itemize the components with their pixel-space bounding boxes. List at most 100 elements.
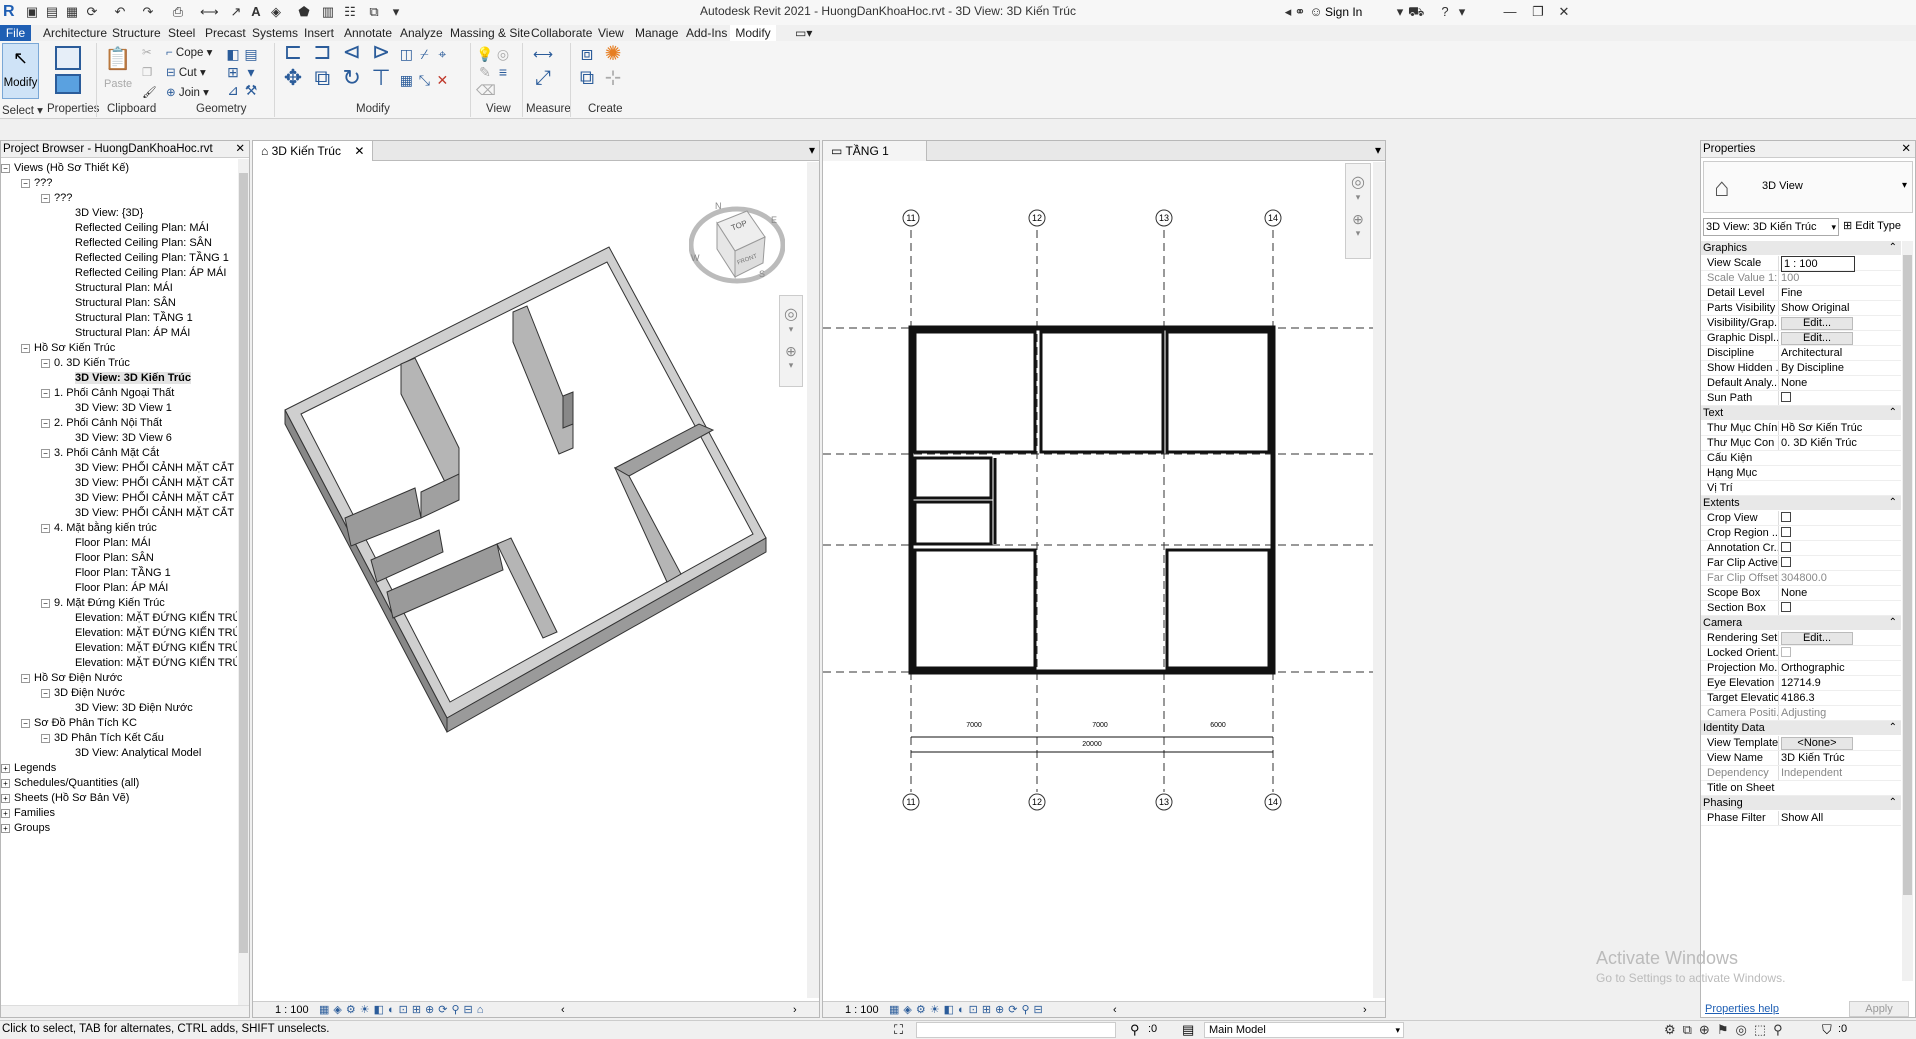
browser-tree-item[interactable]: Structural Plan: MÁI bbox=[75, 281, 173, 296]
property-value[interactable] bbox=[1778, 646, 1898, 660]
property-row[interactable]: Annotation Cr... bbox=[1701, 541, 1901, 556]
section-collapse-icon[interactable]: ⌃ bbox=[1889, 796, 1897, 810]
status-tool-icons[interactable]: ⚙⧉⊕⚑◎⬚⚲ bbox=[1664, 1022, 1790, 1038]
section-collapse-icon[interactable]: ⌃ bbox=[1889, 241, 1897, 255]
thin-lines-icon[interactable]: ▥ bbox=[320, 4, 336, 20]
instance-selector[interactable]: 3D View: 3D Kiến Trúc ▾ bbox=[1703, 218, 1839, 236]
property-value[interactable]: Independent bbox=[1778, 766, 1898, 780]
property-value[interactable]: Fine bbox=[1778, 286, 1898, 300]
collapse-icon[interactable]: − bbox=[21, 343, 30, 353]
property-row[interactable]: Section Box bbox=[1701, 601, 1901, 616]
property-value[interactable]: 4186.3 bbox=[1778, 691, 1898, 705]
cut-button[interactable]: ⊟ Cut ▾ bbox=[166, 65, 206, 79]
browser-tree-item[interactable]: −4. Mặt bằng kiến trúc bbox=[41, 521, 157, 536]
collapse-icon[interactable]: − bbox=[41, 388, 50, 398]
paint-icon[interactable]: ▤ bbox=[242, 45, 260, 63]
property-row[interactable]: Scale Value 1: 100 bbox=[1701, 271, 1901, 286]
view-scale-3d[interactable]: 1 : 100 bbox=[275, 1002, 309, 1018]
property-row[interactable]: Projection Mo... Orthographic bbox=[1701, 661, 1901, 676]
collapse-icon[interactable]: − bbox=[21, 718, 30, 728]
collapse-icon[interactable]: − bbox=[41, 523, 50, 533]
property-row[interactable]: Discipline Architectural bbox=[1701, 346, 1901, 361]
ribbon-minimize-icon[interactable]: ▭▾ bbox=[795, 25, 812, 41]
browser-tree-item[interactable]: + Families bbox=[1, 806, 55, 821]
delete-icon[interactable]: ✕ bbox=[433, 71, 451, 89]
close-hidden-icon[interactable]: ☷ bbox=[342, 4, 358, 20]
override-icon[interactable]: ◎ bbox=[494, 45, 512, 63]
minimize-icon[interactable]: — bbox=[1502, 4, 1518, 20]
property-row[interactable]: Rendering Set... Edit... bbox=[1701, 631, 1901, 646]
browser-tree-item[interactable]: Reflected Ceiling Plan: TẦNG 1 bbox=[75, 251, 229, 266]
browser-tree-item[interactable]: −??? bbox=[41, 191, 72, 206]
collapse-icon[interactable]: − bbox=[1, 163, 10, 173]
browser-tree-item[interactable]: 3D View: Analytical Model bbox=[75, 746, 201, 761]
workset-select[interactable] bbox=[916, 1022, 1116, 1038]
text-icon[interactable]: A bbox=[248, 4, 264, 20]
filter-icon[interactable]: ⛉ bbox=[1822, 1022, 1832, 1038]
property-row[interactable]: View Template <None> bbox=[1701, 736, 1901, 751]
browser-tree-item[interactable]: −??? bbox=[21, 176, 52, 191]
browser-scroll-thumb[interactable] bbox=[239, 173, 248, 953]
copy-clip-icon[interactable]: ❐ bbox=[142, 65, 152, 79]
property-checkbox[interactable] bbox=[1781, 542, 1791, 553]
property-value[interactable]: By Discipline bbox=[1778, 361, 1898, 375]
collapse-icon[interactable]: − bbox=[41, 598, 50, 608]
plan-hscroll-left-icon[interactable]: ‹ bbox=[1113, 1002, 1117, 1018]
property-checkbox[interactable] bbox=[1781, 647, 1791, 658]
measure-distance-icon[interactable]: ⟷ bbox=[528, 45, 558, 63]
eraser-icon[interactable]: ⌫ bbox=[476, 81, 496, 99]
tab-precast[interactable]: Precast bbox=[205, 25, 246, 41]
property-row[interactable]: Target Elevation 4186.3 bbox=[1701, 691, 1901, 706]
tab-steel[interactable]: Steel bbox=[168, 25, 195, 41]
edit-type-button[interactable]: ⊞ Edit Type bbox=[1843, 219, 1901, 232]
tab-tang-1[interactable]: ▭ TẦNG 1 bbox=[823, 141, 927, 161]
property-value[interactable] bbox=[1778, 541, 1898, 555]
close-properties-icon[interactable]: ✕ bbox=[1901, 141, 1911, 158]
hammer-icon[interactable]: ⚒ bbox=[242, 81, 260, 99]
lines-icon[interactable]: ≡ bbox=[494, 63, 512, 81]
property-value[interactable]: 3D Kiến Trúc bbox=[1778, 751, 1898, 765]
properties-section-header[interactable]: Camera ⌃ bbox=[1701, 616, 1901, 630]
design-option-select[interactable]: Main Model ▾ bbox=[1204, 1022, 1404, 1038]
split-icon[interactable]: ◫ bbox=[397, 45, 415, 63]
create-assembly-icon[interactable]: ⧈ bbox=[574, 44, 600, 64]
section-collapse-icon[interactable]: ⌃ bbox=[1889, 616, 1897, 630]
browser-tree-item[interactable]: 3D View: PHỐI CẢNH MẶT CẮT TẦNG bbox=[75, 461, 237, 476]
property-checkbox[interactable] bbox=[1781, 602, 1791, 613]
create-parts-icon[interactable]: ✺ bbox=[600, 44, 626, 64]
hide-icon[interactable]: 💡 bbox=[476, 45, 494, 63]
property-row[interactable]: Hạng Mục bbox=[1701, 466, 1901, 481]
property-value[interactable]: Show Original bbox=[1778, 301, 1898, 315]
properties-section-header[interactable]: Extents ⌃ bbox=[1701, 496, 1901, 510]
hscroll-right-icon[interactable]: › bbox=[793, 1002, 797, 1018]
collapse-icon[interactable]: − bbox=[41, 193, 50, 203]
tab-dropdown-icon[interactable]: ▾ bbox=[809, 143, 815, 157]
browser-tree-item[interactable]: − Hồ Sơ Điện Nước bbox=[21, 671, 122, 686]
browser-tree-item[interactable]: + Legends bbox=[1, 761, 56, 776]
cope-button[interactable]: ⌐ Cope ▾ bbox=[166, 45, 212, 59]
revit-logo-icon[interactable]: R bbox=[3, 3, 19, 21]
browser-tree-item[interactable]: −2. Phối Cảnh Nội Thất bbox=[41, 416, 162, 431]
browser-tree-item[interactable]: Reflected Ceiling Plan: ÁP MÁI bbox=[75, 266, 226, 281]
property-value[interactable]: None bbox=[1778, 586, 1898, 600]
collapse-icon[interactable]: − bbox=[21, 178, 30, 188]
property-row[interactable]: Scope Box None bbox=[1701, 586, 1901, 601]
browser-tree-item[interactable]: −3D Điện Nước bbox=[41, 686, 125, 701]
open-icon[interactable]: ▣ bbox=[24, 4, 40, 20]
browser-tree-item[interactable]: 3D View: {3D} bbox=[75, 206, 143, 221]
property-row[interactable]: Default Analy... None bbox=[1701, 376, 1901, 391]
tab-analyze[interactable]: Analyze bbox=[400, 25, 443, 41]
create-group-icon[interactable]: ⧉ bbox=[574, 68, 600, 88]
help-icon[interactable]: ? bbox=[1437, 4, 1453, 20]
property-row[interactable]: Dependency Independent bbox=[1701, 766, 1901, 781]
aligned-dimension-icon[interactable]: ⤢ bbox=[528, 68, 558, 88]
view-controls-3d-icons[interactable]: ▦◈⚙☀◧◐⊡⊞⊕⟳⚲⊟⌂ bbox=[319, 1002, 487, 1018]
view-scale-plan[interactable]: 1 : 100 bbox=[845, 1002, 879, 1018]
tab-view[interactable]: View bbox=[598, 25, 624, 41]
plan-vscroll[interactable] bbox=[1373, 162, 1385, 998]
properties-help-link[interactable]: Properties help bbox=[1705, 1003, 1779, 1015]
section-collapse-icon[interactable]: ⌃ bbox=[1889, 721, 1897, 735]
copy-icon[interactable]: ⧉ bbox=[309, 67, 335, 95]
print-icon[interactable]: ⎙ bbox=[170, 4, 186, 20]
property-checkbox[interactable] bbox=[1781, 527, 1791, 538]
